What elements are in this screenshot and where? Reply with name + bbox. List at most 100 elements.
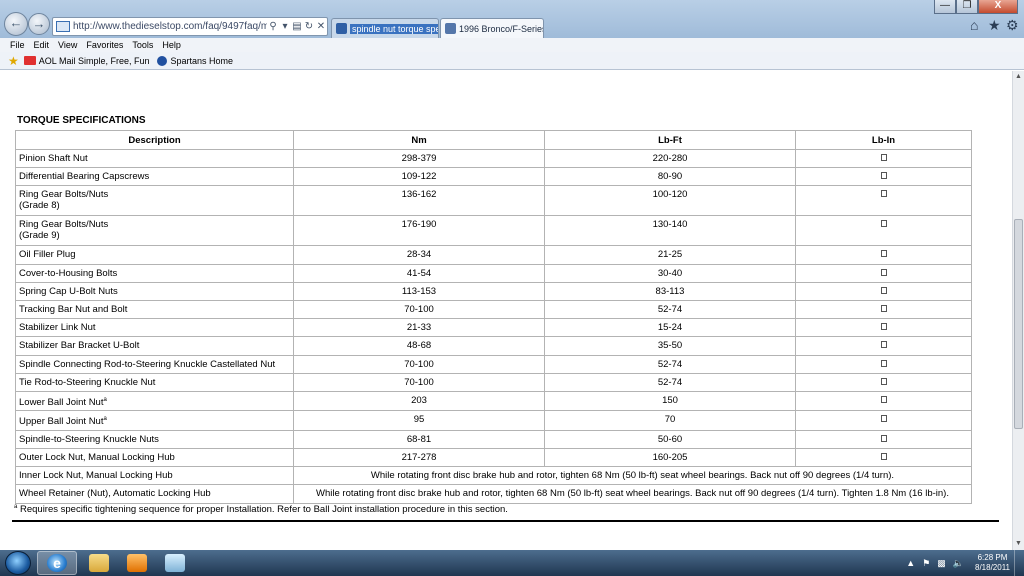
cell-lbft: 30-40 [544,263,796,283]
cell-lbft: 150 [544,390,796,412]
back-arrow-icon: ← [9,15,23,30]
scroll-down-icon[interactable]: ▼ [1013,538,1024,550]
cell-nm: 136-162 [293,185,545,217]
taskbar-internet-explorer[interactable]: e [37,551,77,575]
cell-nm: 70-100 [293,372,545,392]
description-text: Upper Ball Joint Nut [19,416,104,428]
cell-nm: 41-54 [293,263,545,283]
cell-lbin [795,215,972,247]
favorites-star-icon[interactable]: ★ [988,17,1001,34]
favorite-link-spartans[interactable]: Spartans Home [170,56,233,66]
search-icon[interactable]: ⚲ [267,21,279,32]
show-desktop-button[interactable] [1014,550,1024,576]
tab-label: 1996 Bronco/F-Series [459,23,544,34]
menu-favorites[interactable]: Favorites [86,40,123,50]
forward-button[interactable]: → [28,13,50,35]
compatibility-icon[interactable]: ▤ [291,21,303,32]
missing-glyph-box-icon [880,268,887,276]
start-button[interactable] [5,551,31,575]
missing-glyph-box-icon [880,286,887,294]
close-window-button[interactable]: X [978,0,1018,14]
cell-lbin [795,354,972,374]
volume-icon[interactable]: 🔈 [953,558,964,569]
description-text: Tracking Bar Nut and Bolt [19,303,128,315]
site-favicon-icon [445,23,456,34]
page-icon [56,21,70,32]
forward-arrow-icon: → [32,16,46,31]
cell-lbin [795,185,972,217]
cell-description: Stabilizer Bar Bracket U-Bolt [15,336,294,356]
missing-glyph-box-icon [880,434,887,442]
table-row: Tracking Bar Nut and Bolt 70-100 52-74 [15,299,972,320]
tab-spindle-nut[interactable]: spindle nut torque spec... [331,18,439,38]
description-subtext: (Grade 9) [19,230,60,242]
address-text: http://www.thedieselstop.com/faq/9497faq… [73,21,267,32]
missing-glyph-box-icon [880,359,887,367]
menu-help[interactable]: Help [162,40,181,50]
minimize-button[interactable]: — [934,0,956,14]
aol-icon [23,56,36,65]
cell-description: Spindle Connecting Rod-to-Steering Knuck… [15,354,294,374]
address-bar[interactable]: http://www.thedieselstop.com/faq/9497faq… [52,17,328,36]
header-lbin: Lb-In [795,130,972,150]
menu-view[interactable]: View [58,40,77,50]
taskbar-media-player[interactable] [117,551,157,575]
description-text: Differential Bearing Capscrews [19,171,150,183]
tab-bronco[interactable]: 1996 Bronco/F-Series ✕ [440,18,544,38]
menu-edit[interactable]: Edit [34,40,50,50]
header-description: Description [15,130,294,150]
footnote-text: Requires specific tightening sequence fo… [19,504,508,516]
cell-nm: 28-34 [293,245,545,265]
missing-glyph-box-icon [880,190,887,198]
vertical-scrollbar[interactable]: ▲ ▼ [1012,71,1024,550]
clock[interactable]: 6:28 PM 8/18/2011 [975,553,1010,573]
description-text: Cover-to-Housing Bolts [19,267,118,279]
cell-lbin [795,429,972,450]
table-row: Wheel Retainer (Nut), Automatic Locking … [15,484,972,504]
footnote: a Requires specific tightening sequence … [14,504,508,515]
network-icon[interactable]: ▩ [937,558,946,569]
back-button[interactable]: ← [4,12,28,36]
description-text: Oil Filler Plug [19,249,76,261]
scroll-up-icon[interactable]: ▲ [1013,71,1024,83]
cell-nm: 203 [293,390,545,412]
missing-glyph-box-icon [880,323,887,331]
description-text: Tie Rod-to-Steering Knuckle Nut [19,376,156,388]
missing-glyph-box-icon [880,250,887,258]
cell-nm: 21-33 [293,318,545,338]
table-row: Spring Cap U-Bolt Nuts 113-153 83-113 [15,281,972,301]
cell-instructions: While rotating front disc brake hub and … [293,484,972,504]
cell-lbft: 70 [544,410,796,431]
taskbar-notes[interactable] [155,551,195,575]
home-icon[interactable]: ⌂ [970,17,978,33]
table-row: Cover-to-Housing Bolts 41-54 30-40 [15,263,972,283]
description-text: Spring Cap U-Bolt Nuts [19,285,118,297]
missing-glyph-box-icon [880,220,887,228]
page-content: TORQUE SPECIFICATIONS Description Nm Lb-… [0,71,1012,550]
menu-file[interactable]: File [10,40,25,50]
description-text: Pinion Shaft Nut [19,153,88,164]
folder-icon [89,554,109,572]
tray-expand-icon[interactable]: ▲ [906,558,915,568]
favorites-star-icon[interactable]: ★ [8,54,19,68]
cell-lbft: 100-120 [544,185,796,217]
menu-tools[interactable]: Tools [132,40,153,50]
dropdown-icon[interactable]: ▾ [279,21,291,32]
tab-label: spindle nut torque spec... [350,23,438,34]
missing-glyph-box-icon [880,395,887,403]
scroll-thumb[interactable] [1014,219,1023,429]
maximize-button[interactable]: ❐ [956,0,978,14]
taskbar-explorer[interactable] [79,551,119,575]
description-text: Stabilizer Bar Bracket U-Bolt [19,340,140,352]
stop-icon[interactable]: ✕ [315,21,327,32]
cell-nm: 68-81 [293,429,545,450]
tools-gear-icon[interactable]: ⚙ [1006,17,1019,34]
table-row: Spindle Connecting Rod-to-Steering Knuck… [15,354,972,374]
system-tray: ▲ ⚑ ▩ 🔈 6:28 PM 8/18/2011 [906,550,1024,576]
cell-description: Cover-to-Housing Bolts [15,263,294,283]
action-center-flag-icon[interactable]: ⚑ [922,558,930,569]
favorite-link-aol[interactable]: AOL Mail Simple, Free, Fun [39,56,150,66]
refresh-icon[interactable]: ↻ [303,21,315,32]
cell-nm: 113-153 [293,281,545,301]
cell-lbft: 50-60 [544,429,796,450]
